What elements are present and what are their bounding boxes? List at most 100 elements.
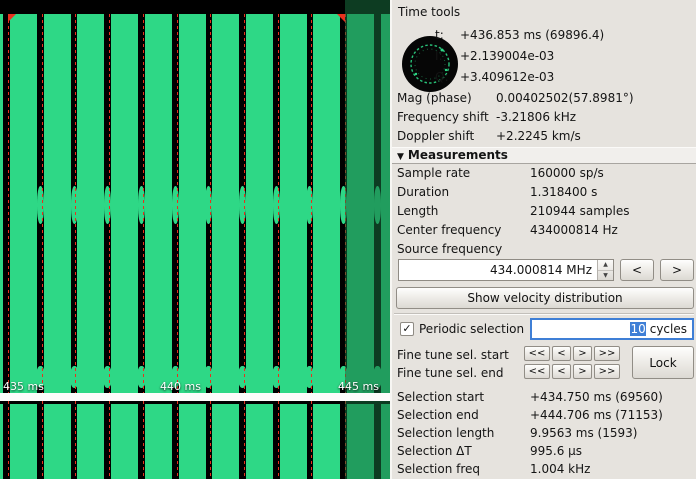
iq-readout-label: Q: [435,70,449,84]
fine-tune-start-buttons: <<<>>> [524,346,620,361]
iq-readout-row: Q:+3.409612e-03 [392,70,696,86]
fine-tune-end-forward-button[interactable]: > [573,364,592,379]
fine-tune-start-back-button[interactable]: < [552,346,571,361]
signal-burst [313,14,340,393]
selection-boundary-line [244,401,245,479]
selection-boundary-line [311,401,312,479]
fine-tune-end-fast-back-button[interactable]: << [524,364,550,379]
signal-burst [111,14,138,393]
signal-burst [44,14,71,393]
signal-burst [77,404,104,479]
fine-tune-end-fast-forward-button[interactable]: >> [594,364,620,379]
selection-info-row: Selection freq1.004 kHz [392,462,696,478]
signal-info-value: +2.2245 km/s [496,129,581,143]
periodic-selection-label: Periodic selection [419,322,524,336]
signal-burst [145,14,172,393]
iq-readout-row: t:+436.853 ms (69896.4) [392,28,696,44]
selection-info-label: Selection start [397,390,484,404]
measurement-row: Length210944 samples [392,204,696,220]
time-tools-panel: Time tools t:+436.853 ms (69896.4)I:+2.1… [390,0,696,479]
selection-info-value: 9.9563 ms (1593) [530,426,637,440]
measurement-label: Source frequency [397,242,502,256]
selection-boundary-line [109,14,110,393]
signal-burst [111,404,138,479]
selection-info-row: Selection end +444.706 ms (71153) [392,408,696,424]
collapse-arrow-icon: ▼ [397,152,404,162]
selection-info-label: Selection end [397,408,479,422]
checkbox-check-icon: ✓ [401,323,413,335]
selection-tint-overlay [345,401,390,479]
measurement-row: Sample rate160000 sp/s [392,166,696,182]
low-amplitude-blob [238,366,247,388]
fine-tune-start-fast-back-button[interactable]: << [524,346,550,361]
selection-boundary-line [109,401,110,479]
low-amplitude-blob [239,186,246,224]
selection-info-value: +434.750 ms (69560) [530,390,663,404]
signal-burst [145,404,172,479]
frequency-value: 434.000814 MHz [399,263,597,277]
selection-boundary-line [177,14,178,393]
lock-button[interactable]: Lock [632,346,694,379]
signal-burst [280,14,307,393]
fine-tune-end-buttons: <<<>>> [524,364,620,379]
signal-burst [10,404,37,479]
selection-boundary-line [278,401,279,479]
signal-burst [246,404,273,479]
separator-line [394,313,694,315]
signal-burst [212,404,239,479]
measurement-value: 434000814 Hz [530,223,618,237]
selection-info-value: +444.706 ms (71153) [530,408,663,422]
signal-burst [44,404,71,479]
selection-info-row: Selection length9.9563 ms (1593) [392,426,696,442]
prev-button[interactable]: < [620,259,654,281]
fine-tune-end-label: Fine tune sel. end [397,366,503,380]
amplitude-plot[interactable]: 435 ms440 ms445 ms [0,0,390,393]
selection-info-value: 995.6 µs [530,444,582,458]
signal-burst [212,14,239,393]
spin-up-button[interactable]: ▲ [598,260,613,271]
low-amplitude-blob [273,186,280,224]
selection-info-row: Selection ΔT 995.6 µs [392,444,696,460]
signal-burst [179,404,206,479]
measurement-row: Source frequency [392,242,696,258]
low-amplitude-blob [137,366,146,388]
low-amplitude-blob [172,186,179,224]
selection-boundary-line [75,401,76,479]
measurement-value: 210944 samples [530,204,630,218]
measurement-value: 1.318400 s [530,185,597,199]
periodic-selection-checkbox[interactable]: ✓ [400,322,414,336]
next-button[interactable]: > [660,259,694,281]
spin-down-button[interactable]: ▼ [598,271,613,281]
signal-info-row: Frequency shift-3.21806 kHz [392,110,696,126]
selection-tint-overlay [345,0,390,393]
fine-tune-end-back-button[interactable]: < [552,364,571,379]
selection-info-label: Selection ΔT [397,444,472,458]
signal-info-value: -3.21806 kHz [496,110,576,124]
panel-title: Time tools [398,5,460,19]
selection-boundary-line [42,401,43,479]
measurement-row: Duration1.318400 s [392,185,696,201]
signal-info-label: Mag (phase) [397,91,472,105]
application-window: 435 ms440 ms445 ms Time tools t:+436.853… [0,0,696,479]
measurements-section-header[interactable]: ▼Measurements [392,147,696,164]
signal-burst [246,14,273,393]
fine-tune-start-forward-button[interactable]: > [573,346,592,361]
fine-tune-start-fast-forward-button[interactable]: >> [594,346,620,361]
time-axis-label: 440 ms [160,380,201,393]
selection-info-row: Selection start +434.750 ms (69560) [392,390,696,406]
signal-info-row: Doppler shift+2.2245 km/s [392,129,696,145]
selection-boundary-line [177,401,178,479]
signal-burst [77,14,104,393]
show-velocity-distribution-button[interactable]: Show velocity distribution [396,287,694,309]
selection-info-value: 1.004 kHz [530,462,590,476]
selection-boundary-line [75,14,76,393]
low-amplitude-blob [138,186,145,224]
secondary-plot[interactable] [0,401,390,479]
low-amplitude-blob [70,366,79,388]
frequency-spinbox[interactable]: 434.000814 MHz ▲ ▼ [398,259,614,281]
low-amplitude-blob [71,186,78,224]
plot-splitter-handle[interactable] [0,393,390,401]
selection-boundary-line [8,14,9,393]
waveform-display-area: 435 ms440 ms445 ms [0,0,390,479]
cycles-input[interactable]: 10 cycles [530,318,694,340]
